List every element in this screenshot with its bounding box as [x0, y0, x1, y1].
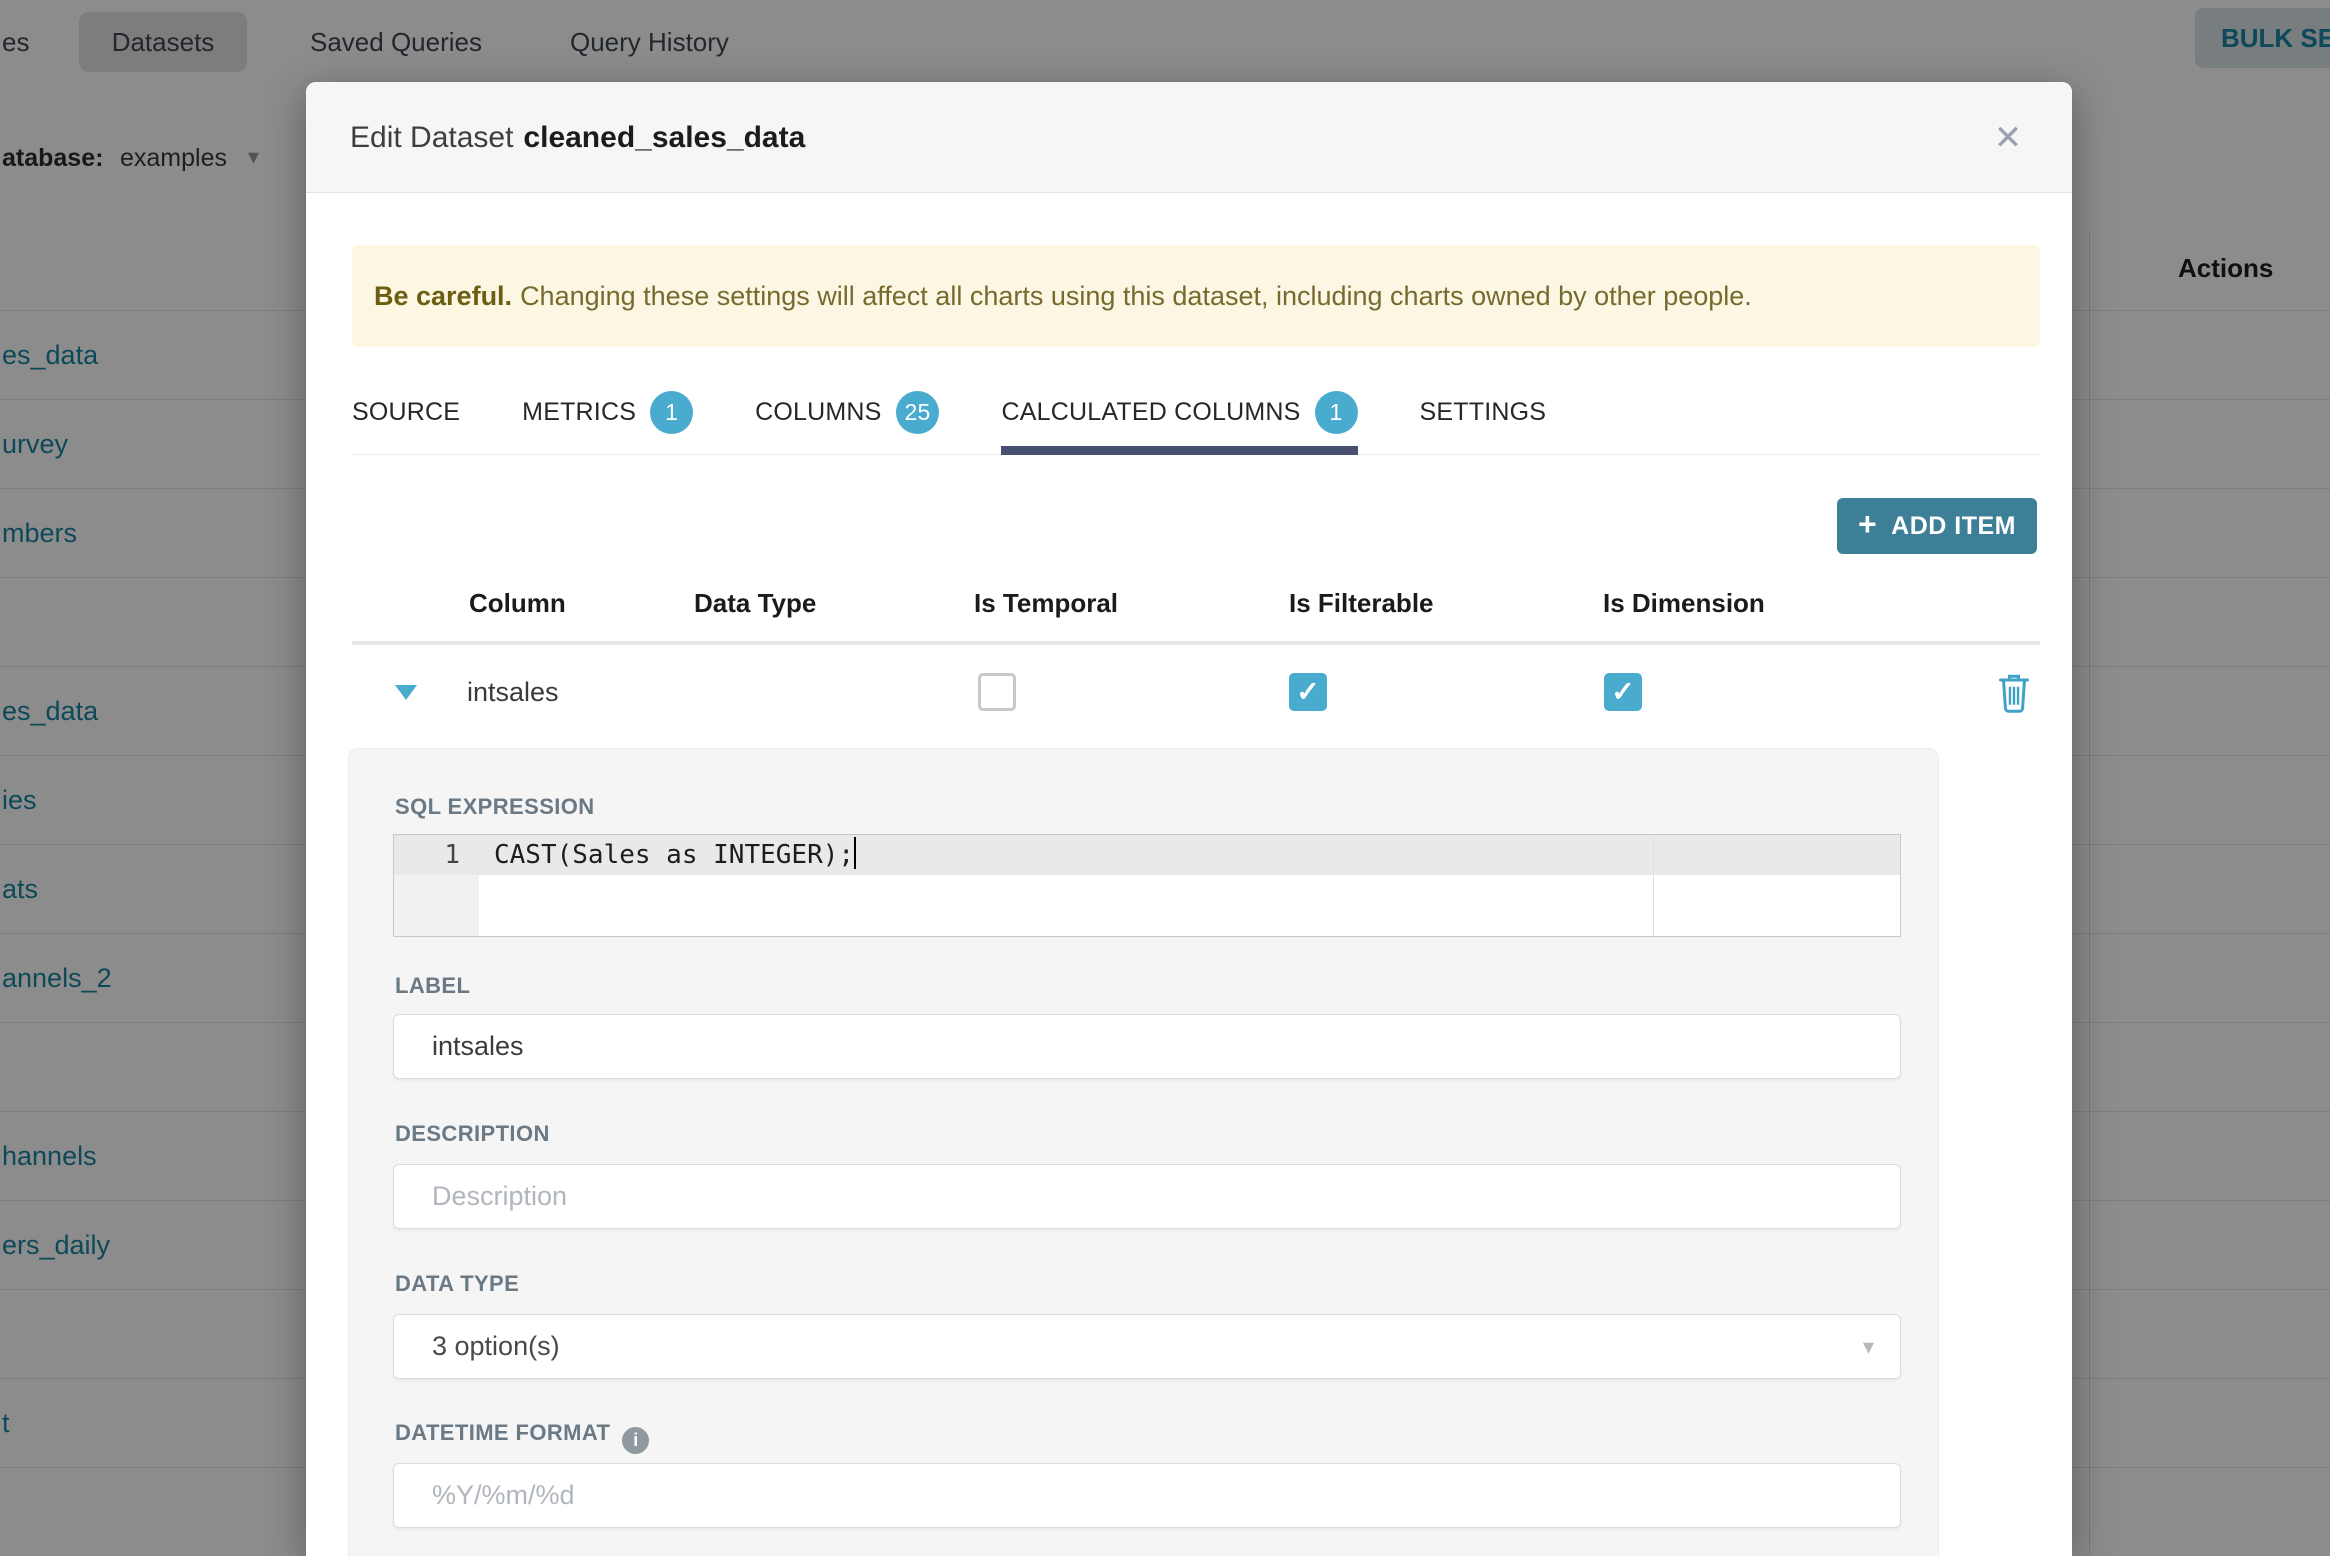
calculated-columns-header-row: Column Data Type Is Temporal Is Filterab…	[306, 565, 2072, 641]
tab-metrics[interactable]: METRICS 1	[522, 370, 694, 454]
calculated-column-editor-panel: SQL EXPRESSION 1 CAST(Sales as INTEGER);…	[348, 748, 1939, 1556]
sql-code: CAST(Sales as INTEGER);	[494, 835, 857, 875]
info-icon[interactable]: i	[622, 1427, 650, 1454]
text-cursor	[854, 837, 857, 869]
modal-title-prefix: Edit Dataset	[350, 120, 514, 154]
datetime-format-label: DATETIME FORMAT i	[395, 1420, 650, 1454]
header-data-type: Data Type	[694, 588, 817, 618]
plus-icon: +	[1857, 506, 1878, 542]
collapse-caret-icon[interactable]	[395, 685, 417, 700]
data-type-select[interactable]: 3 option(s) ▾	[393, 1314, 1901, 1379]
tab-columns[interactable]: COLUMNS 25	[755, 370, 940, 454]
tab-source[interactable]: SOURCE	[352, 370, 460, 454]
is-dimension-checkbox[interactable]: ✓	[1604, 673, 1642, 711]
close-icon[interactable]: ✕	[1978, 82, 2038, 193]
delete-icon[interactable]	[1994, 671, 2034, 715]
datasets-page: es Datasets Saved Queries Query History …	[0, 0, 2330, 1556]
data-type-value: 3 option(s)	[432, 1331, 560, 1361]
edit-dataset-modal: Edit Dataset cleaned_sales_data ✕ Be car…	[306, 82, 2072, 1556]
is-temporal-checkbox[interactable]	[978, 673, 1016, 711]
modal-title-dataset-name: cleaned_sales_data	[523, 120, 806, 154]
editor-print-margin	[1653, 835, 1654, 936]
sql-expression-editor[interactable]: 1 CAST(Sales as INTEGER);	[393, 834, 1901, 937]
warning-banner: Be careful. Changing these settings will …	[352, 245, 2040, 347]
columns-count-badge: 25	[895, 390, 940, 434]
column-name: intsales	[467, 677, 559, 707]
calculated-column-row: intsales ✓ ✓	[306, 645, 2072, 740]
data-type-label: DATA TYPE	[395, 1271, 520, 1296]
modal-tabs: SOURCE METRICS 1 COLUMNS 25 CALCULATED C…	[352, 370, 2040, 455]
tab-settings[interactable]: SETTINGS	[1420, 370, 1547, 454]
label-field-label: LABEL	[395, 973, 471, 998]
description-field-label: DESCRIPTION	[395, 1121, 550, 1146]
calculated-columns-count-badge: 1	[1314, 390, 1358, 434]
header-is-filterable: Is Filterable	[1289, 588, 1434, 618]
chevron-down-icon: ▾	[1862, 1334, 1874, 1359]
warning-banner-text: Changing these settings will affect all …	[520, 281, 1752, 311]
add-item-button[interactable]: + ADD ITEM	[1837, 498, 2037, 554]
is-filterable-checkbox[interactable]: ✓	[1289, 673, 1327, 711]
header-is-dimension: Is Dimension	[1603, 588, 1765, 618]
label-input[interactable]	[393, 1014, 1901, 1079]
tab-calculated-columns[interactable]: CALCULATED COLUMNS 1	[1001, 370, 1358, 455]
editor-line-number: 1	[444, 840, 460, 870]
header-is-temporal: Is Temporal	[974, 588, 1119, 618]
header-column: Column	[469, 588, 566, 618]
description-input[interactable]	[393, 1164, 1901, 1229]
modal-header: Edit Dataset cleaned_sales_data ✕	[306, 82, 2072, 193]
warning-banner-bold: Be careful.	[374, 281, 513, 311]
sql-expression-label: SQL EXPRESSION	[395, 794, 595, 819]
modal-title: Edit Dataset cleaned_sales_data	[350, 82, 805, 193]
metrics-count-badge: 1	[650, 390, 694, 434]
datetime-format-input[interactable]	[393, 1463, 1901, 1528]
